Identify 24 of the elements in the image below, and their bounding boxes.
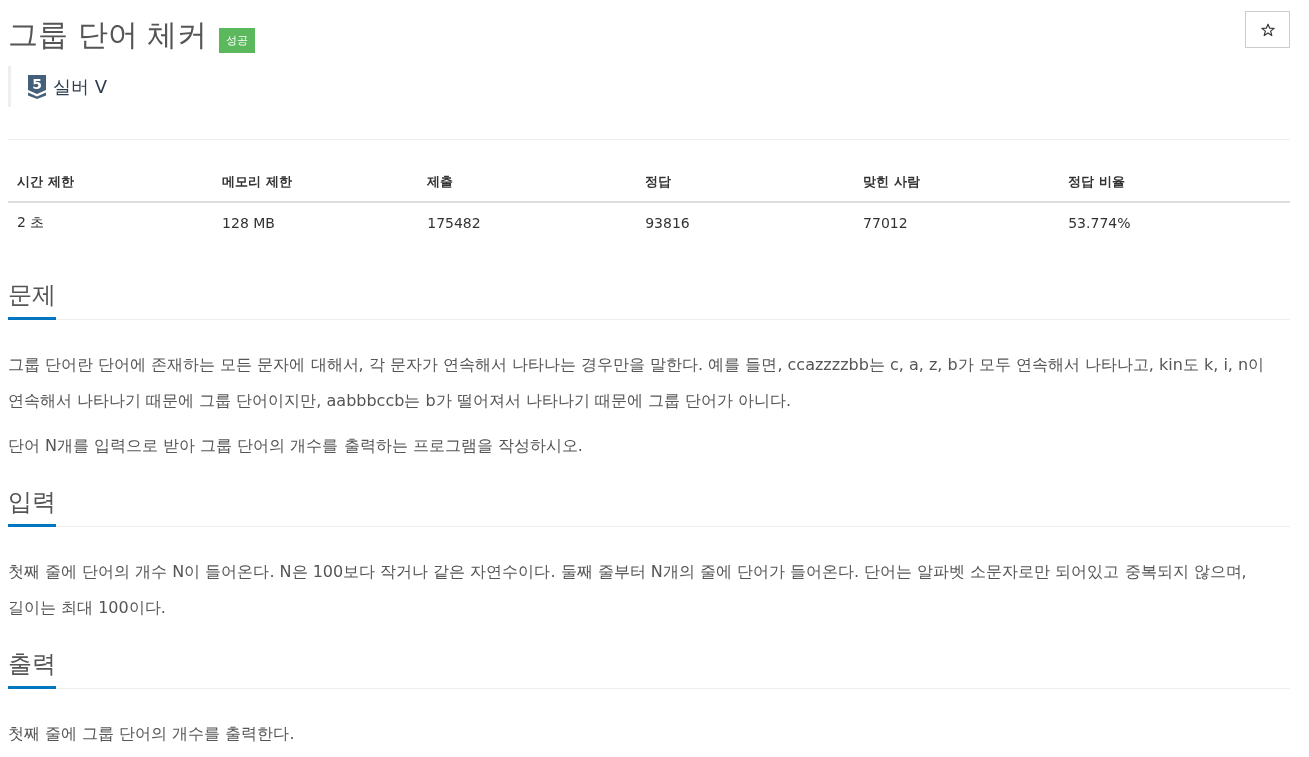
column-header: 정답 비율 <box>1059 162 1290 202</box>
result-badge: 성공 <box>219 28 256 53</box>
column-header: 메모리 제한 <box>213 162 419 202</box>
star-icon <box>1260 22 1275 37</box>
column-header: 시간 제한 <box>8 162 214 202</box>
table-cell: 53.774% <box>1059 202 1290 243</box>
paragraph: 그룹 단어란 단어에 존재하는 모든 문자에 대해서, 각 문자가 연속해서 나타나는 경우만을 말한다. 예를 들면, ccazzzzbb는 c, a, z, b가 모두 연속해서 나타나고, kin도 k, i, n이 연속해서 나타나기 때문에 그룹 단어이지만, aabbbccb는 b가 떨어져서 나타나기 때문에 그룹 단어가 아니다. <box>8 354 1266 412</box>
column-header: 맞힌 사람 <box>854 162 1060 202</box>
table-cell: 2 초 <box>8 202 214 243</box>
favorite-button[interactable] <box>1245 11 1290 48</box>
section-heading: 입력 <box>8 485 56 527</box>
column-header: 제출 <box>418 162 637 202</box>
table-cell: 93816 <box>636 202 855 243</box>
table-cell: 77012 <box>854 202 1060 243</box>
section-heading: 문제 <box>8 278 56 320</box>
problem-title: 그룹 단어 체커 <box>8 16 208 54</box>
table-cell: 175482 <box>418 202 637 243</box>
tier-link[interactable]: 실버 V <box>53 74 108 99</box>
section-heading: 출력 <box>8 647 56 689</box>
paragraph: 첫째 줄에 단어의 개수 N이 들어온다. N은 100보다 작거나 같은 자연수이다. 둘째 줄부터 N개의 줄에 단어가 들어온다. 단어는 알파벳 소문자로만 되어있고 중복되지 않으며, 길이는 최대 100이다. <box>8 561 1248 619</box>
table-cell: 128 MB <box>213 202 419 243</box>
paragraph: 단어 N개를 입력으로 받아 그룹 단어의 개수를 출력하는 프로그램을 작성하시오. <box>8 435 584 457</box>
paragraph: 첫째 줄에 그룹 단어의 개수를 출력한다. <box>8 723 296 745</box>
column-header: 정답 <box>636 162 855 202</box>
